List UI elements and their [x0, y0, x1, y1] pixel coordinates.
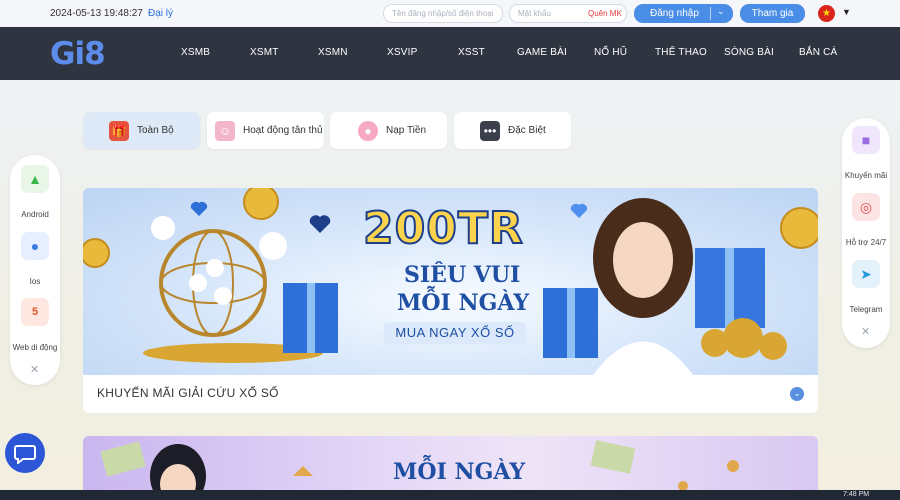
forgot-password-link[interactable]: Quên MK: [588, 9, 622, 18]
gift-icon: 🎁: [109, 120, 129, 141]
language-caret-icon[interactable]: ▼: [842, 7, 851, 17]
piggy-bank-icon: ●: [358, 120, 378, 141]
headset-icon[interactable]: ◎: [852, 193, 880, 221]
android-icon[interactable]: ▲: [21, 165, 49, 193]
chevron-down-icon[interactable]: ⌄: [717, 6, 725, 17]
nav-item-song-bai[interactable]: SÒNG BÀI: [724, 47, 774, 58]
nav-item-no-hu[interactable]: NỔ HŨ: [594, 47, 627, 58]
username-input[interactable]: [383, 4, 503, 23]
nav-item-ban-ca[interactable]: BẮN CÁ: [799, 47, 837, 58]
login-button[interactable]: Đăng nhập ⌄: [634, 4, 733, 23]
taskbar-clock: 7:48 PM: [843, 491, 870, 498]
support-label[interactable]: Hỗ trợ 24/7: [842, 238, 890, 247]
chat-bubble-icon: [14, 445, 36, 464]
nav-item-xsmb[interactable]: XSMB: [181, 47, 210, 58]
telegram-icon[interactable]: ➤: [852, 260, 880, 288]
banner2-headline: MỖI NGÀY: [393, 459, 526, 485]
ios-label[interactable]: Ios: [13, 277, 57, 286]
telegram-label[interactable]: Telegram: [842, 305, 890, 314]
current-datetime: 2024-05-13 19:48:27: [50, 8, 143, 19]
tab-newbie[interactable]: ☺ Hoạt động tân thủ: [207, 112, 324, 149]
web-mobile-label[interactable]: Web di động: [8, 343, 62, 352]
nav-item-game-bai[interactable]: GAME BÀI: [517, 47, 567, 58]
tab-all[interactable]: 🎁 Toàn Bộ: [83, 112, 200, 149]
tab-label: Đặc Biệt: [508, 125, 546, 136]
android-label[interactable]: Android: [13, 210, 57, 219]
os-taskbar: [0, 490, 900, 500]
live-chat-button[interactable]: [5, 433, 45, 473]
tab-label: Hoạt động tân thủ: [243, 125, 323, 136]
newbie-icon: ☺: [215, 120, 235, 141]
gift-box-icon[interactable]: ■: [852, 126, 880, 154]
nav-item-xsmt[interactable]: XSMT: [250, 47, 279, 58]
html5-icon[interactable]: 5: [21, 298, 49, 326]
banner-headline: 200TR: [362, 202, 524, 255]
close-icon[interactable]: ✕: [861, 325, 870, 338]
site-logo[interactable]: Gi8: [50, 36, 106, 72]
nav-item-xsmn[interactable]: XSMN: [318, 47, 348, 58]
banner-subtitle-1: SIÊU VUI: [404, 262, 521, 288]
apple-icon[interactable]: ●: [21, 232, 49, 260]
login-divider: [710, 7, 711, 20]
tab-deposit[interactable]: ● Nạp Tiền: [330, 112, 447, 149]
nav-item-xsvip[interactable]: XSVIP: [387, 47, 417, 58]
close-icon[interactable]: ✕: [30, 363, 39, 376]
more-icon: •••: [480, 120, 500, 141]
banner-cta-text: MUA NGAY XỔ SỐ: [384, 322, 526, 344]
nav-item-the-thao[interactable]: THỂ THAO: [655, 47, 707, 58]
promotion-label[interactable]: Khuyến mãi: [842, 171, 890, 180]
agent-link[interactable]: Đại lý: [148, 8, 173, 19]
tab-special[interactable]: ••• Đặc Biệt: [454, 112, 571, 149]
promo-card-title[interactable]: KHUYẾN MÃI GIẢI CỨU XỔ SỐ: [97, 386, 279, 400]
tab-label: Toàn Bộ: [137, 125, 174, 136]
nav-item-xsst[interactable]: XSST: [458, 47, 485, 58]
expand-icon[interactable]: ⌄: [790, 387, 804, 401]
join-button[interactable]: Tham gia: [740, 4, 805, 23]
banner-subtitle-2: MỖI NGÀY: [397, 290, 530, 316]
tab-label: Nạp Tiền: [386, 125, 427, 136]
vietnam-flag-icon[interactable]: ★: [818, 5, 835, 22]
login-label: Đăng nhập: [650, 8, 699, 19]
